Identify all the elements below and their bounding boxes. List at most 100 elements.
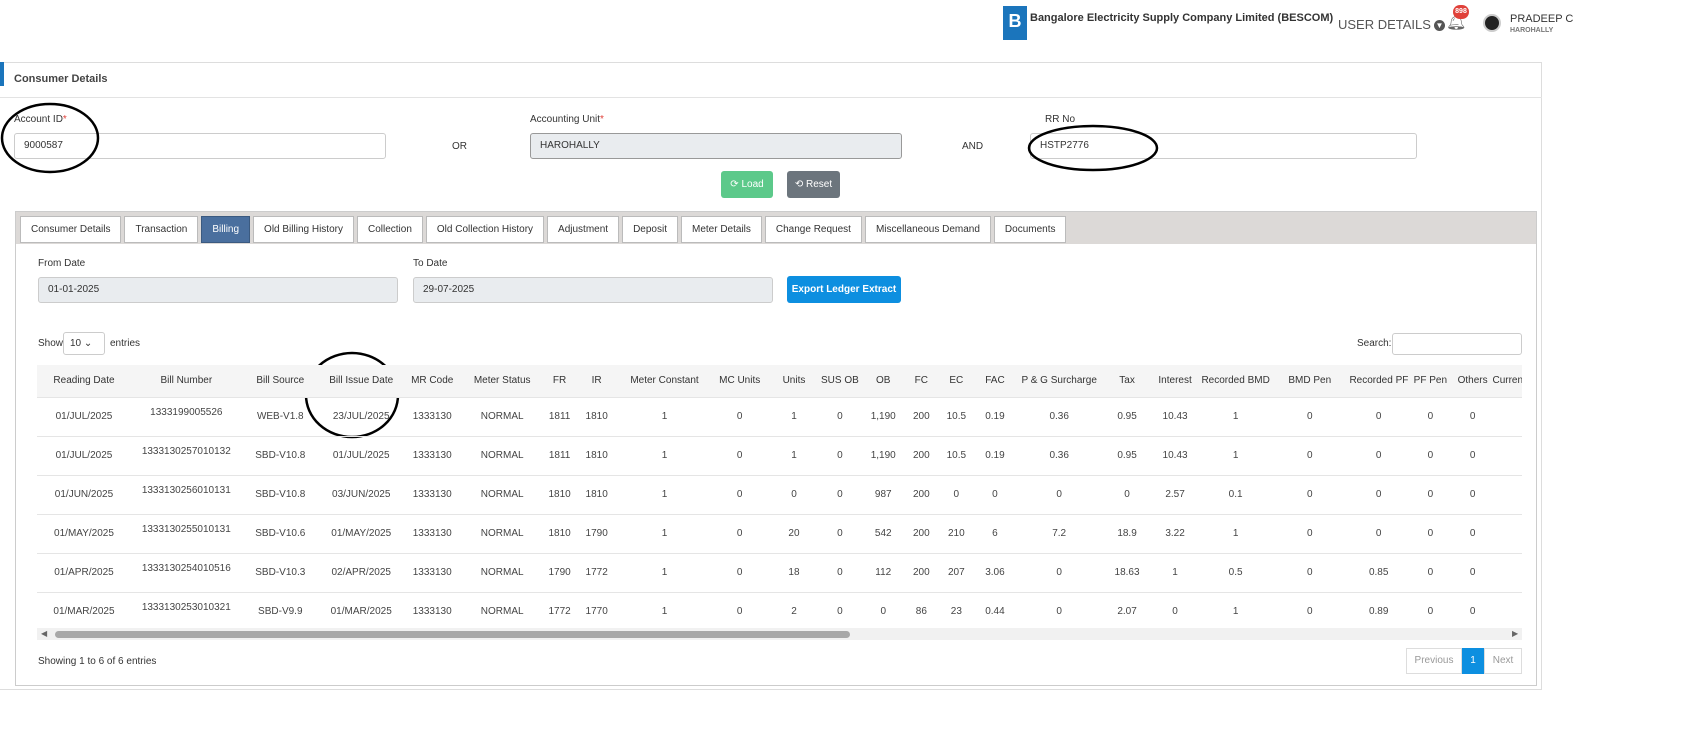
table-cell: 0: [1407, 396, 1453, 436]
tab-old-billing-history[interactable]: Old Billing History: [253, 216, 354, 243]
table-cell: 0: [1270, 552, 1350, 592]
table-cell: 1333130253010321: [130, 591, 242, 627]
table-cell: 1810: [543, 513, 576, 553]
scrollbar-thumb[interactable]: [55, 631, 850, 638]
to-date-input[interactable]: 29-07-2025: [413, 277, 773, 303]
export-ledger-button[interactable]: Export Ledger Extract: [787, 276, 901, 303]
tab-billing[interactable]: Billing: [201, 216, 251, 243]
table-cell: 0: [1148, 591, 1202, 627]
column-header[interactable]: Interest: [1148, 365, 1202, 397]
column-header[interactable]: Bill Number: [130, 365, 242, 397]
table-cell: 987: [859, 474, 907, 514]
column-header[interactable]: BMD Pen: [1270, 365, 1350, 397]
page-1-button[interactable]: 1: [1462, 648, 1484, 674]
entries-select[interactable]: 10 ⌄: [63, 332, 105, 355]
table-cell: 03/JUN/2025: [318, 474, 404, 514]
column-header[interactable]: Meter Constant: [617, 365, 712, 397]
table-cell: 1: [617, 435, 712, 475]
table-cell: 1: [617, 552, 712, 592]
next-button[interactable]: Next: [1484, 648, 1522, 674]
column-header[interactable]: OB: [859, 365, 907, 397]
table-cell: 6: [976, 513, 1014, 553]
table-cell: 3.06: [976, 552, 1014, 592]
column-header[interactable]: P & G Surcharge: [1013, 365, 1106, 397]
table-cell: 0: [711, 396, 768, 436]
table-cell: 1811: [543, 435, 576, 475]
column-header[interactable]: IR: [575, 365, 618, 397]
table-cell: 0: [711, 435, 768, 475]
tab-transaction[interactable]: Transaction: [124, 216, 199, 243]
table-cell: 1: [1201, 435, 1271, 475]
billing-table: Reading Date Bill Number Bill Source Bill I…: [37, 365, 1522, 627]
tab-old-collection-history[interactable]: Old Collection History: [425, 216, 545, 243]
table-cell: 1810: [575, 435, 618, 475]
user-location: HAROHALLY: [1510, 27, 1554, 34]
from-date-input[interactable]: 01-01-2025: [38, 277, 398, 303]
tab-miscellaneous-demand[interactable]: Miscellaneous Demand: [864, 216, 991, 243]
tab-collection[interactable]: Collection: [356, 216, 423, 243]
column-header[interactable]: Reading Date: [37, 365, 131, 397]
column-header[interactable]: Units: [767, 365, 821, 397]
user-details-menu[interactable]: USER DETAILS ▼: [1338, 17, 1445, 32]
previous-button[interactable]: Previous: [1406, 648, 1462, 674]
table-cell: 1: [617, 396, 712, 436]
table-cell: 0: [1270, 396, 1350, 436]
page-title: Consumer Details: [14, 73, 108, 85]
column-header[interactable]: FR: [543, 365, 576, 397]
table-cell: 0: [1270, 591, 1350, 627]
search-input[interactable]: [1392, 333, 1522, 355]
table-cell: 200: [906, 396, 936, 436]
column-header[interactable]: MR Code: [403, 365, 461, 397]
column-header[interactable]: FC: [906, 365, 936, 397]
column-header[interactable]: Recorded PF: [1349, 365, 1408, 397]
tab-deposit[interactable]: Deposit: [622, 216, 678, 243]
column-header[interactable]: Bill Source: [241, 365, 319, 397]
table-cell: 222.4: [1492, 435, 1522, 475]
column-header[interactable]: Recorded BMD: [1201, 365, 1271, 397]
table-cell: 0.5: [1201, 552, 1271, 592]
table-cell: NORMAL: [460, 513, 544, 553]
table-cell: 1810: [575, 396, 618, 436]
scroll-left-icon[interactable]: ◀: [41, 629, 47, 638]
column-header[interactable]: EC: [935, 365, 977, 397]
scroll-right-icon[interactable]: ▶: [1512, 629, 1518, 638]
table-cell: 0.95: [1105, 435, 1149, 475]
column-header[interactable]: FAC: [976, 365, 1014, 397]
table-cell: 1772: [543, 591, 576, 627]
table-cell: 3.22: [1148, 513, 1202, 553]
column-header[interactable]: SUS OB: [820, 365, 860, 397]
column-header[interactable]: Bill Issue Date: [318, 365, 404, 397]
tab-adjustment[interactable]: Adjustment: [547, 216, 620, 243]
column-header[interactable]: Meter Status: [460, 365, 544, 397]
tab-consumer-details[interactable]: Consumer Details: [20, 216, 122, 243]
tab-documents[interactable]: Documents: [993, 216, 1067, 243]
table-cell: 1333130256010131: [130, 474, 242, 514]
table-cell: 1,190: [859, 396, 907, 436]
column-header[interactable]: Current Bill Amount: [1492, 365, 1522, 397]
table-cell: SBD-V10.6: [241, 513, 319, 553]
column-header[interactable]: Others: [1452, 365, 1493, 397]
table-cell: 1,190: [859, 435, 907, 475]
table-cell: 0: [1013, 552, 1106, 592]
column-header[interactable]: MC Units: [711, 365, 768, 397]
table-cell: 0.89: [1349, 591, 1408, 627]
table-cell: 0.19: [976, 435, 1014, 475]
column-header[interactable]: Tax: [1105, 365, 1149, 397]
table-cell: 1810: [575, 474, 618, 514]
table-cell: 10.5: [935, 396, 977, 436]
table-cell: 210: [935, 513, 977, 553]
table-cell: 0: [711, 474, 768, 514]
avatar[interactable]: [1483, 14, 1501, 32]
tab-meter-details[interactable]: Meter Details: [680, 216, 762, 243]
table-cell: 1333130255010131: [130, 513, 242, 553]
table-cell: 0: [1452, 513, 1493, 553]
column-header[interactable]: PF Pen: [1407, 365, 1453, 397]
table-cell: 01/JUN/2025: [37, 474, 131, 514]
tab-change-request[interactable]: Change Request: [764, 216, 862, 243]
table-cell: 112: [859, 552, 907, 592]
table-cell: 2: [767, 591, 821, 627]
table-cell: 0: [1349, 435, 1408, 475]
table-cell: 0: [1452, 591, 1493, 627]
table-cell: 1790: [543, 552, 576, 592]
table-row: 01/JUL/2025 1333130257010132 SBD-V10.8 01/J…: [37, 435, 1522, 475]
